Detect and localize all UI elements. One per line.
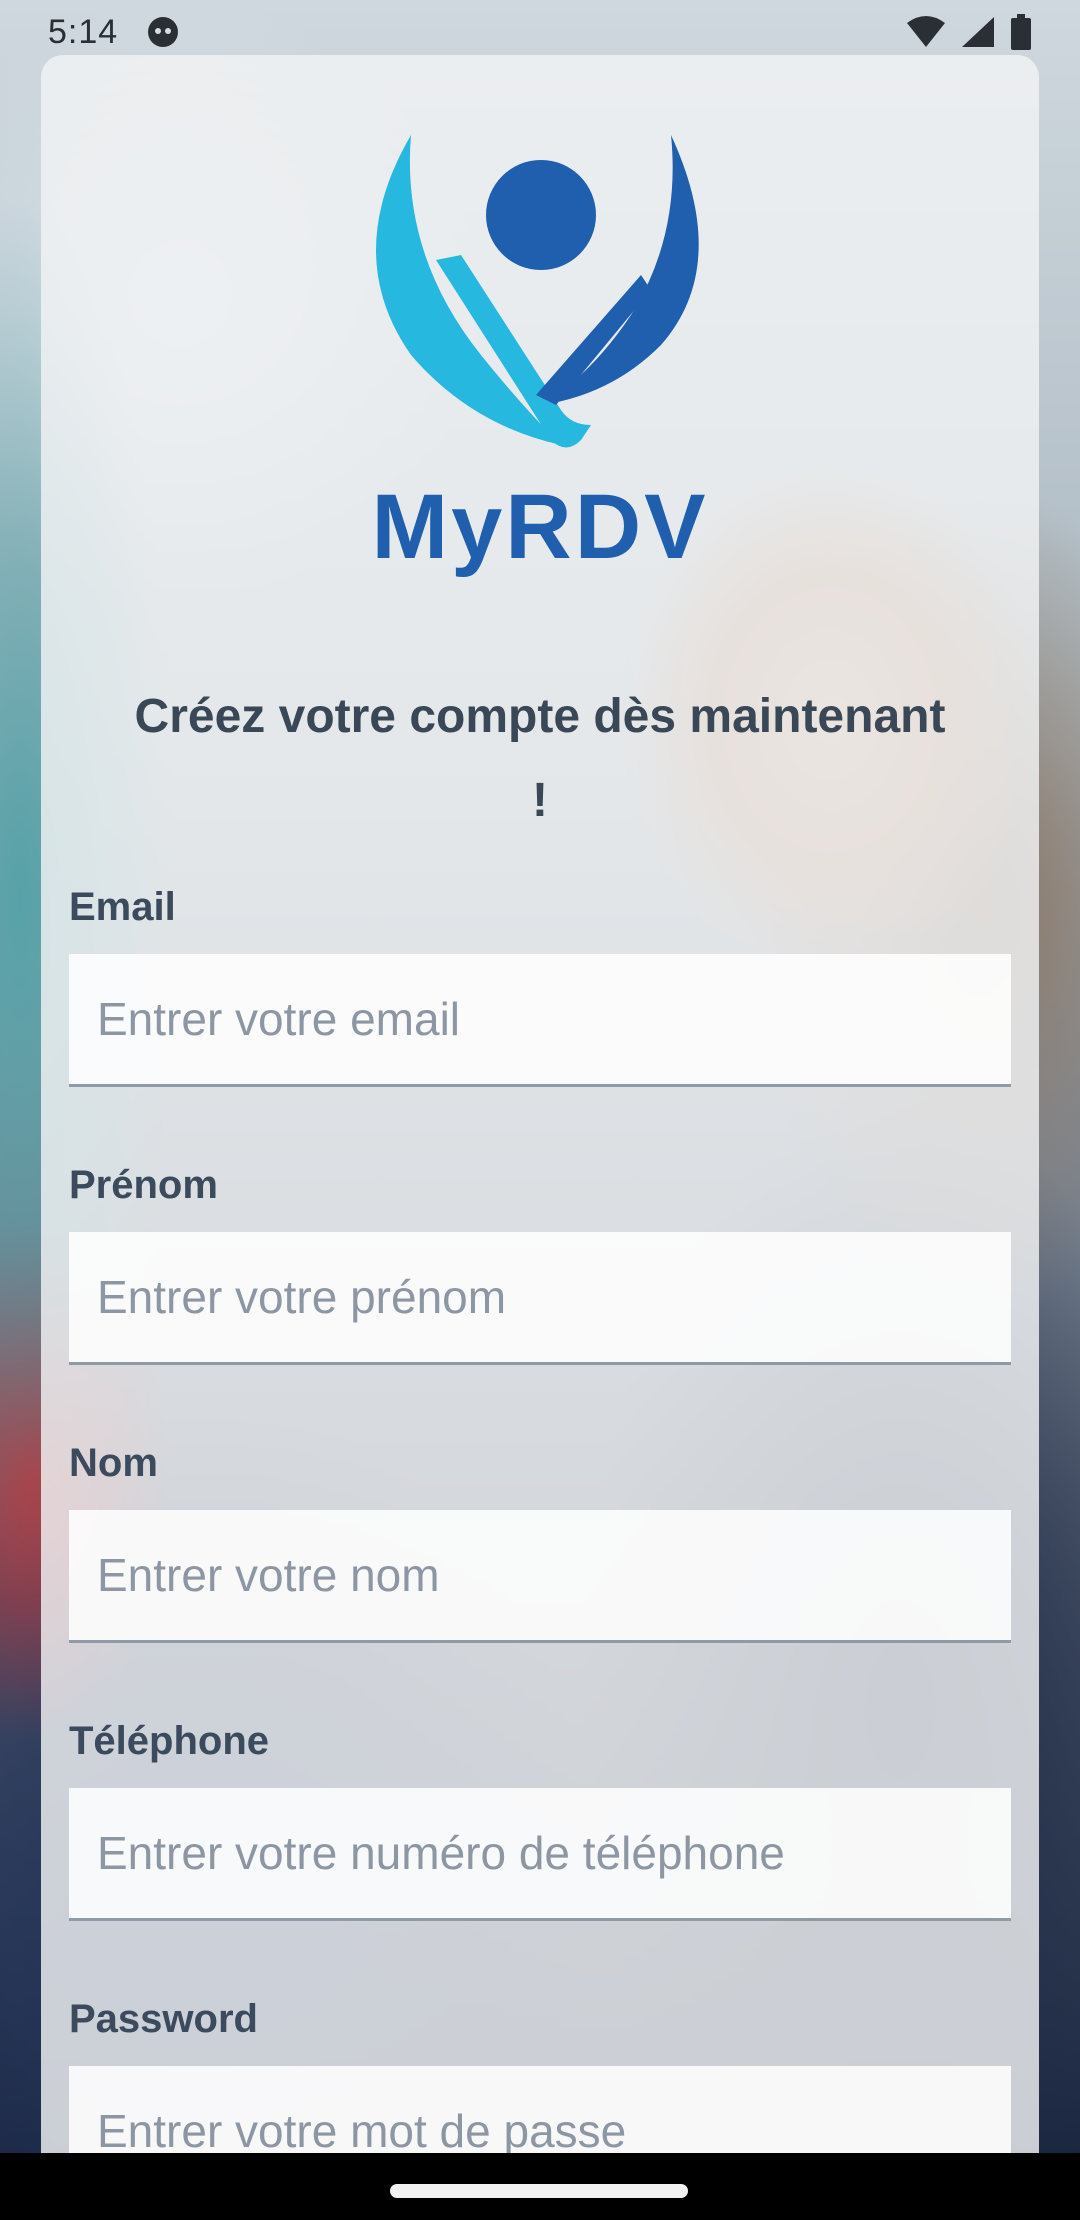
signup-card: MyRDV Créez votre compte dès maintenant … (41, 55, 1039, 2153)
battery-icon (1011, 14, 1031, 50)
password-label: Password (69, 1997, 258, 2041)
status-time: 5:14 (48, 12, 119, 51)
first-name-field[interactable] (69, 1232, 1011, 1365)
phone-field[interactable] (69, 1788, 1011, 1921)
password-field[interactable] (69, 2066, 1011, 2153)
page-title: Créez votre compte dès maintenant ! (134, 690, 946, 827)
home-gesture-handle[interactable] (390, 2184, 688, 2198)
status-bar: 5:14 (0, 0, 1080, 64)
last-name-label: Nom (69, 1441, 158, 1485)
signal-icon (962, 17, 994, 47)
app-notification-icon (148, 17, 179, 47)
wifi-icon (907, 16, 945, 47)
first-name-label: Prénom (69, 1163, 218, 1207)
phone-label: Téléphone (69, 1719, 270, 1763)
email-field[interactable] (69, 954, 1011, 1087)
brand-name: MyRDV (371, 476, 709, 578)
last-name-field[interactable] (69, 1510, 1011, 1643)
email-label: Email (69, 885, 176, 929)
myrdv-logo-icon (376, 135, 699, 448)
